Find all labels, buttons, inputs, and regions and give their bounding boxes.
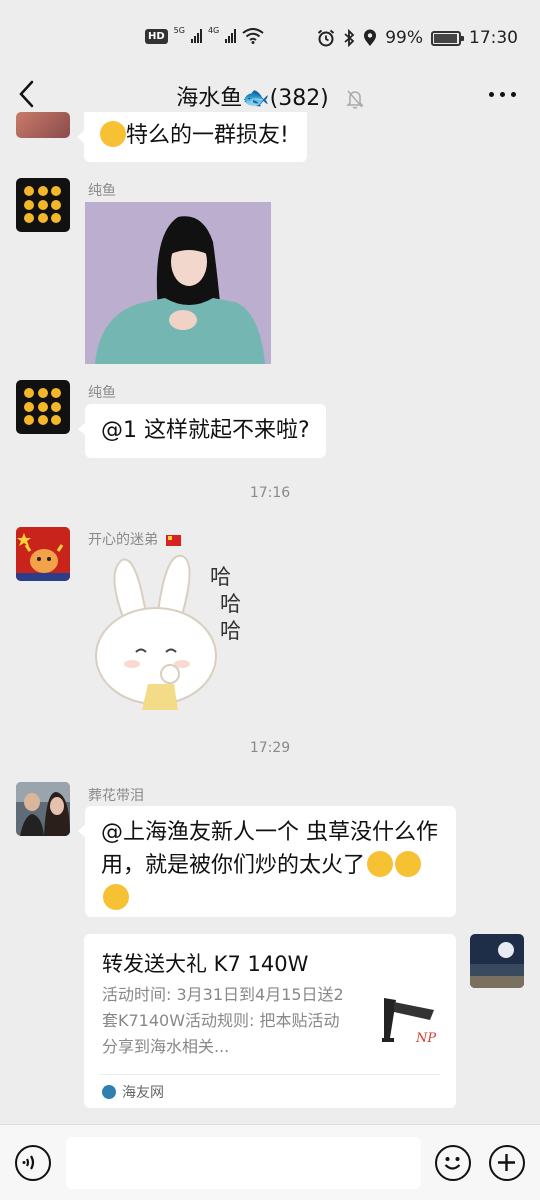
card-source-name: 海友网 <box>122 1085 164 1101</box>
avatar[interactable] <box>16 527 70 581</box>
bell-muted-icon <box>345 90 364 109</box>
avatar[interactable] <box>16 380 70 434</box>
link-card[interactable]: 转发送大礼 K7 140W 活动时间: 3月31日到4月15日送2套K7140W… <box>84 934 456 1108</box>
message-text: 特么的一群损友! <box>126 123 289 148</box>
my-avatar[interactable] <box>470 934 524 988</box>
chat-title: 海水鱼🐟(382) <box>176 86 329 111</box>
bluetooth-icon <box>344 29 355 47</box>
status-right: 99% 17:30 <box>317 28 518 48</box>
sender-name: 纯鱼 <box>88 183 116 199</box>
message-bubble[interactable]: @1 这样就起不来啦? <box>78 404 326 458</box>
sticker-text-line: 哈 <box>210 565 231 589</box>
emoji-icon[interactable] <box>435 1145 471 1181</box>
sender-name-text: 开心的迷弟 <box>88 532 158 548</box>
sender-name: 开心的迷弟 <box>88 529 182 549</box>
plus-glyph <box>498 1154 515 1171</box>
more-dots-icon[interactable] <box>489 92 516 97</box>
battery-percent: 99% <box>385 28 423 48</box>
sticker-text: 哈 哈 哈 <box>210 564 246 645</box>
chat-title-wrap: 海水鱼🐟(382) <box>0 80 540 112</box>
avatar[interactable] <box>16 782 70 836</box>
user-photo-avatar <box>16 782 70 836</box>
network-type-1: 5G <box>173 25 185 35</box>
thumb-brand-text: NP <box>415 1031 436 1046</box>
sticker-message[interactable]: 哈 哈 哈 <box>86 552 256 717</box>
clock: 17:30 <box>469 28 518 48</box>
hd-badge: HD <box>145 28 168 44</box>
signal-icon <box>190 29 202 43</box>
card-thumbnail: NP <box>376 992 440 1056</box>
battery-icon <box>431 30 464 46</box>
location-icon <box>364 29 377 46</box>
network-type-2: 4G <box>207 25 220 35</box>
sticker-text-line: 哈 <box>220 619 241 643</box>
site-logo-icon <box>102 1085 116 1099</box>
card-description: 活动时间: 3月31日到4月15日送2套K7140W活动规则: 把本贴活动分享到… <box>102 985 344 1056</box>
avatar[interactable] <box>16 112 70 138</box>
emoji-icon <box>100 121 126 147</box>
voice-waves-glyph <box>22 1155 35 1170</box>
smile-glyph <box>444 1157 461 1170</box>
message-bubble[interactable]: @上海渔友新人一个 虫草没什么作用，就是被你们炒的太火了 <box>78 806 456 917</box>
wifi-icon <box>242 28 264 44</box>
message-input[interactable] <box>66 1137 421 1189</box>
timestamp: 17:16 <box>249 485 291 501</box>
product-light-image: NP <box>376 992 440 1056</box>
message-text: @1 这样就起不来啦? <box>101 418 310 443</box>
card-divider <box>100 1074 440 1075</box>
sticker-text-line: 哈 <box>220 592 241 616</box>
message-bubble[interactable]: 特么的一群损友! <box>77 112 307 162</box>
photo-image <box>85 202 271 364</box>
alarm-icon <box>318 29 335 47</box>
input-bar <box>0 1124 540 1200</box>
laughing-crying-icon <box>103 884 129 910</box>
plus-icon[interactable] <box>489 1145 525 1181</box>
card-source: 海友网 <box>102 1082 164 1102</box>
sender-name: 葬花带泪 <box>88 788 144 804</box>
laughing-crying-icon <box>367 851 394 877</box>
network-indicators: HD 5G 4G <box>145 25 264 44</box>
moon-night-avatar <box>470 934 524 988</box>
laughing-crying-icon <box>395 851 422 877</box>
avatar[interactable] <box>16 178 70 232</box>
sender-name: 纯鱼 <box>88 385 116 401</box>
status-bar: HD 5G 4G 99% 17:30 <box>0 0 540 62</box>
image-message[interactable] <box>85 202 271 364</box>
flag-icon <box>166 534 182 546</box>
signal-icon-2 <box>225 29 237 43</box>
voice-icon[interactable] <box>15 1145 51 1181</box>
timestamp: 17:29 <box>249 740 291 756</box>
card-title: 转发送大礼 K7 140W <box>102 952 309 976</box>
ox-avatar-image <box>16 527 70 581</box>
